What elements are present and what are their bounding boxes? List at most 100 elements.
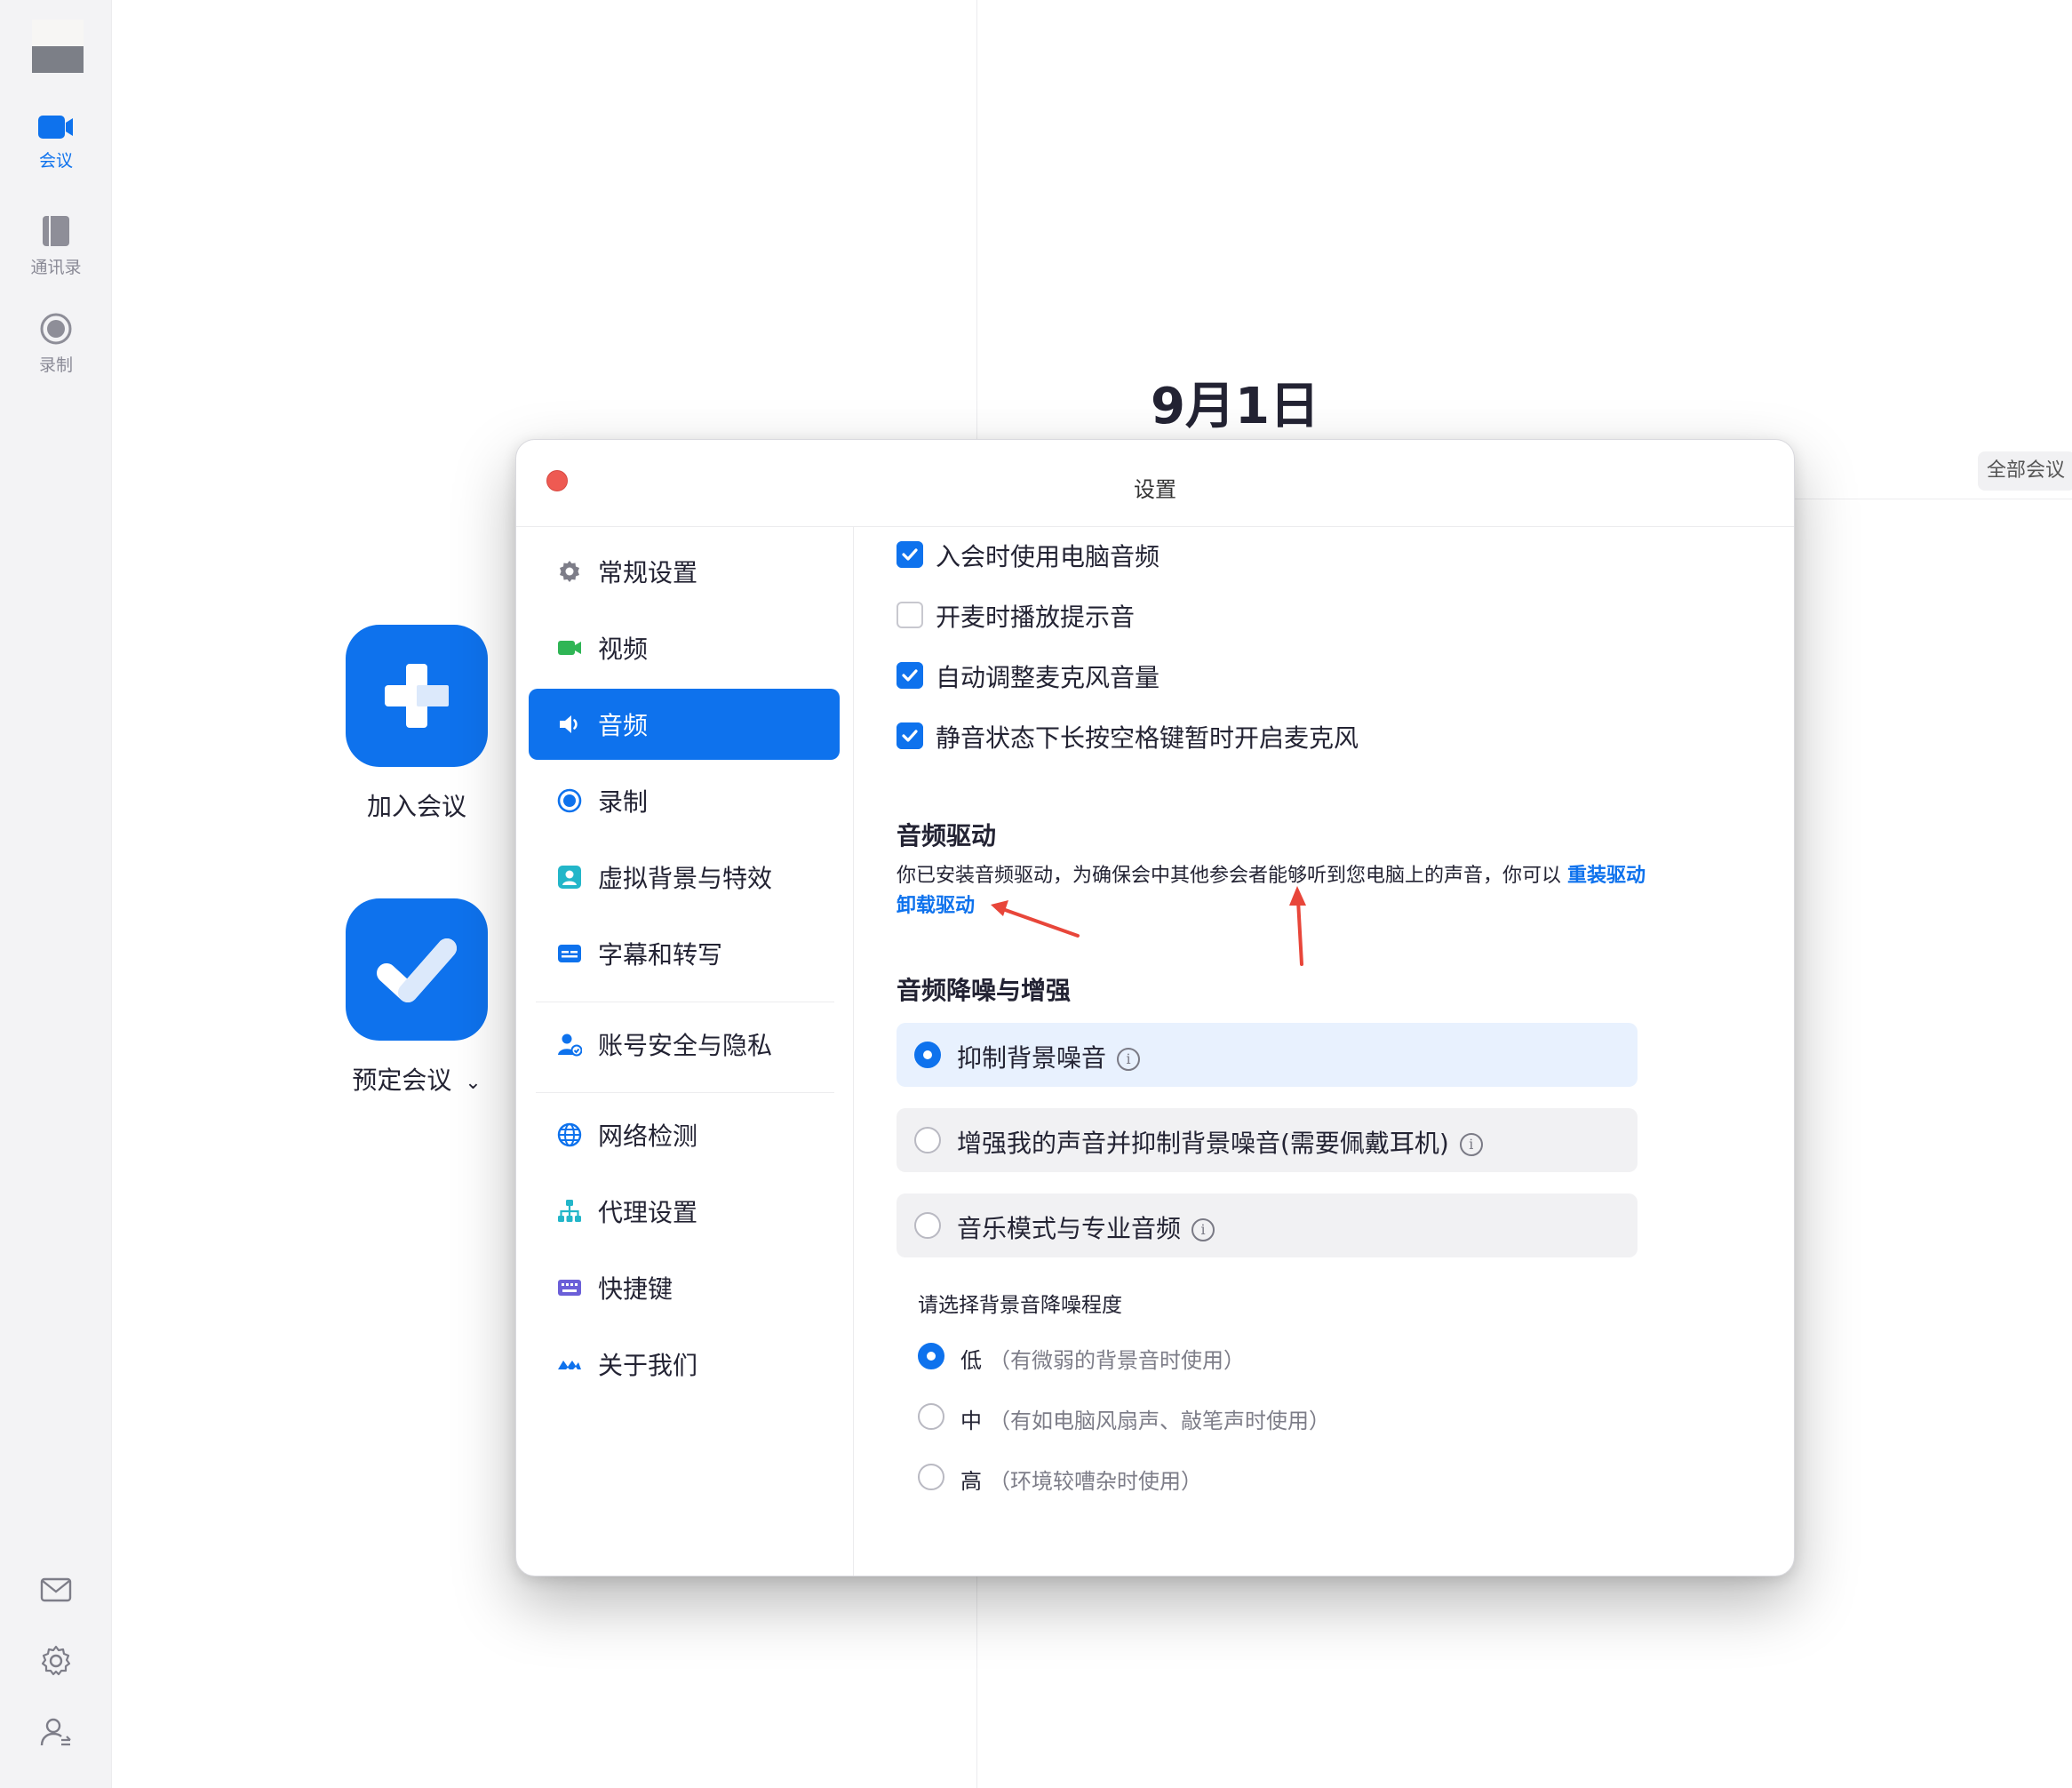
info-icon[interactable]: i: [1459, 1133, 1483, 1156]
nav-item-about[interactable]: 关于我们: [529, 1329, 840, 1400]
nav-item-network-test[interactable]: 网络检测: [529, 1099, 840, 1170]
nav-item-label: 网络检测: [598, 1121, 698, 1151]
schedule-meeting-text: 预定会议: [352, 1066, 452, 1095]
captions-icon: [558, 945, 581, 962]
date-title: 9月1日: [1151, 378, 1319, 435]
info-icon[interactable]: i: [1191, 1218, 1215, 1241]
level-hint: （有如电脑风扇声、敲笔声时使用）: [989, 1409, 1330, 1433]
level-hint: （环境较嘈杂时使用）: [989, 1469, 1202, 1494]
nav-item-virtual-background[interactable]: 虚拟背景与特效: [529, 842, 840, 913]
rail-item-meetings[interactable]: 会议: [0, 114, 112, 172]
option-text: 音乐模式与专业音频: [957, 1214, 1182, 1243]
schedule-meeting-label[interactable]: 预定会议 ⌄: [310, 1061, 523, 1097]
option-text: 抑制背景噪音: [957, 1043, 1107, 1073]
nav-item-captions[interactable]: 字幕和转写: [529, 918, 840, 989]
level-label: 低 （有微弱的背景音时使用）: [960, 1343, 1245, 1374]
left-rail: 会议 通讯录 录制: [0, 0, 112, 1788]
option-suppress-noise[interactable]: 抑制背景噪音 i: [897, 1023, 1638, 1087]
nav-item-label: 代理设置: [598, 1198, 698, 1227]
settings-dialog: 设置 常规设置 视频 音频 录制 虚拟背景与特效 字幕和转写 账号安全与隐私 网…: [515, 439, 1795, 1576]
checkmark-icon: [377, 938, 457, 1002]
globe-icon: [557, 1122, 582, 1147]
radio-unselected[interactable]: [914, 1212, 941, 1239]
level-name: 高: [960, 1469, 982, 1494]
nav-item-video[interactable]: 视频: [529, 612, 840, 683]
chevron-down-icon: ⌄: [465, 1072, 482, 1094]
proxy-network-icon: [558, 1200, 581, 1222]
radio-unselected[interactable]: [914, 1127, 941, 1153]
rail-item-label: 录制: [38, 355, 73, 375]
record-icon: [40, 313, 72, 345]
nav-item-label: 常规设置: [598, 558, 698, 587]
about-logo-icon: [558, 1361, 581, 1369]
settings-sidebar: 常规设置 视频 音频 录制 虚拟背景与特效 字幕和转写 账号安全与隐私 网络检测…: [516, 527, 854, 1576]
nav-item-audio[interactable]: 音频: [529, 689, 840, 760]
reinstall-driver-link[interactable]: 重装驱动: [1567, 865, 1646, 887]
level-label: 中 （有如电脑风扇声、敲笔声时使用）: [960, 1403, 1330, 1434]
level-name: 中: [960, 1409, 982, 1433]
option-enhance-voice[interactable]: 增强我的声音并抑制背景噪音(需要佩戴耳机) i: [897, 1108, 1638, 1172]
nav-item-label: 虚拟背景与特效: [598, 864, 773, 893]
nav-item-label: 音频: [598, 711, 649, 740]
option-text: 增强我的声音并抑制背景噪音(需要佩戴耳机): [957, 1129, 1449, 1158]
contacts-book-icon: [43, 216, 69, 246]
schedule-meeting-button[interactable]: [346, 898, 488, 1041]
nav-item-label: 录制: [598, 787, 649, 817]
radio-selected[interactable]: [918, 1343, 944, 1369]
radio-unselected[interactable]: [918, 1403, 944, 1430]
annotation-arrow-left: [991, 900, 1080, 938]
option-label: 音乐模式与专业音频 i: [957, 1209, 1215, 1245]
rail-item-label: 会议: [38, 151, 73, 171]
checkbox-label: 入会时使用电脑音频: [936, 542, 1160, 571]
keyboard-icon: [558, 1280, 581, 1296]
nav-item-proxy[interactable]: 代理设置: [529, 1176, 840, 1247]
option-label: 增强我的声音并抑制背景噪音(需要佩戴耳机) i: [957, 1124, 1483, 1160]
video-icon: [558, 641, 581, 655]
join-meeting-button[interactable]: [346, 625, 488, 767]
checkbox-label: 开麦时播放提示音: [936, 603, 1136, 632]
checkbox-label: 静音状态下长按空格键暂时开启麦克风: [936, 723, 1359, 753]
checkbox-checked[interactable]: [897, 662, 923, 689]
avatar[interactable]: [32, 20, 84, 73]
nav-item-shortcuts[interactable]: 快捷键: [529, 1252, 840, 1323]
nav-item-label: 账号安全与隐私: [598, 1031, 773, 1060]
rail-item-recordings[interactable]: 录制: [0, 313, 112, 376]
dialog-titlebar: 设置: [516, 440, 1794, 527]
info-icon[interactable]: i: [1117, 1048, 1141, 1071]
profile-switch-icon[interactable]: [39, 1715, 73, 1749]
gear-icon: [560, 561, 579, 582]
level-hint: （有微弱的背景音时使用）: [989, 1348, 1245, 1373]
plus-icon: [385, 664, 449, 728]
record-icon: [557, 788, 582, 813]
driver-description-text: 你已安装音频驱动，为确保会中其他参会者能够听到您电脑上的声音，你可以: [897, 865, 1567, 887]
virtual-background-icon: [558, 866, 581, 889]
dialog-title: 设置: [1134, 477, 1176, 502]
level-name: 低: [960, 1348, 982, 1373]
speaker-icon: [560, 715, 578, 733]
checkbox-checked[interactable]: [897, 722, 923, 749]
nav-item-account-security[interactable]: 账号安全与隐私: [529, 1009, 840, 1080]
uninstall-driver-link[interactable]: 卸载驱动: [897, 895, 975, 917]
rail-item-contacts[interactable]: 通讯录: [0, 215, 112, 278]
settings-gear-icon[interactable]: [39, 1644, 73, 1678]
checkbox-label: 自动调整麦克风音量: [936, 663, 1160, 692]
checkbox-checked[interactable]: [897, 541, 923, 568]
video-camera-icon: [38, 116, 73, 139]
nav-item-recording[interactable]: 录制: [529, 765, 840, 836]
mail-icon[interactable]: [39, 1573, 73, 1607]
checkbox-unchecked[interactable]: [897, 602, 923, 628]
annotation-arrow-up: [1289, 886, 1306, 966]
radio-selected[interactable]: [914, 1042, 941, 1068]
nav-item-label: 关于我们: [598, 1351, 698, 1380]
nav-item-general[interactable]: 常规设置: [529, 536, 840, 607]
noise-level-title: 请选择背景音降噪程度: [918, 1294, 1122, 1317]
nav-item-label: 快捷键: [598, 1274, 673, 1304]
noise-enhance-title: 音频降噪与增强: [897, 976, 1072, 1005]
account-security-icon: [558, 1034, 582, 1057]
nav-item-label: 视频: [598, 635, 649, 664]
all-meetings-button[interactable]: 全部会议: [1978, 451, 2072, 491]
radio-unselected[interactable]: [918, 1464, 944, 1490]
join-meeting-label: 加入会议: [366, 792, 466, 821]
option-music-mode[interactable]: 音乐模式与专业音频 i: [897, 1193, 1638, 1257]
level-label: 高 （环境较嘈杂时使用）: [960, 1464, 1202, 1495]
